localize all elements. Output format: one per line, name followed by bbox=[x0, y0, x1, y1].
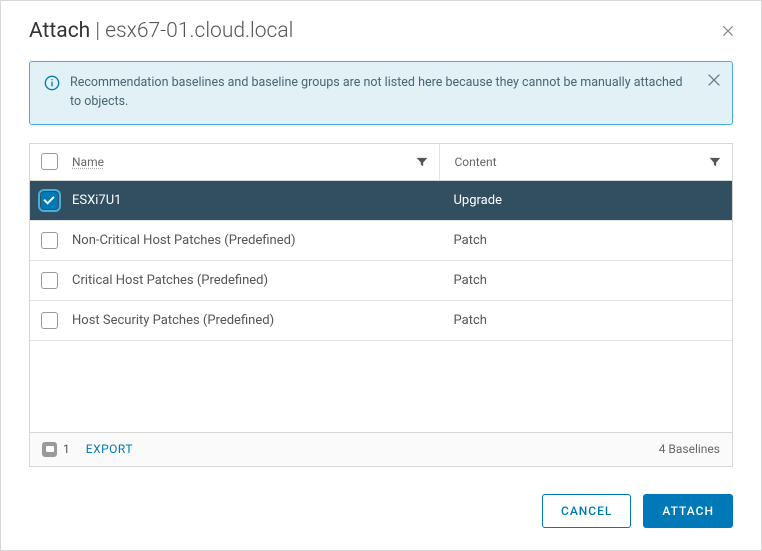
row-content: Patch bbox=[454, 233, 487, 248]
header-checkbox-cell bbox=[30, 153, 68, 170]
column-content-label: Content bbox=[454, 155, 496, 169]
dialog-header: Attach | esx67-01.cloud.local bbox=[1, 1, 761, 57]
table-header: Name Content bbox=[30, 144, 732, 181]
row-name: Non-Critical Host Patches (Predefined) bbox=[72, 233, 295, 248]
row-checkbox[interactable] bbox=[41, 272, 58, 289]
selected-count: 1 bbox=[63, 442, 70, 456]
title-sep: | bbox=[90, 19, 105, 43]
table-row[interactable]: Critical Host Patches (Predefined) Patch bbox=[30, 261, 732, 301]
banner-close-icon[interactable] bbox=[706, 72, 722, 88]
attach-button[interactable]: ATTACH bbox=[643, 494, 733, 528]
filter-icon[interactable] bbox=[415, 155, 429, 169]
column-name-label: Name bbox=[72, 155, 104, 169]
table-row[interactable]: Non-Critical Host Patches (Predefined) P… bbox=[30, 221, 732, 261]
footer-indeterminate-checkbox[interactable] bbox=[42, 442, 57, 457]
total-count: 4 Baselines bbox=[659, 442, 720, 456]
row-name: Critical Host Patches (Predefined) bbox=[72, 273, 268, 288]
column-header-content[interactable]: Content bbox=[439, 144, 732, 180]
close-icon[interactable] bbox=[719, 22, 737, 40]
info-icon bbox=[44, 75, 60, 91]
dialog-footer: CANCEL ATTACH bbox=[1, 478, 761, 550]
row-checkbox[interactable] bbox=[41, 232, 58, 249]
row-checkbox[interactable] bbox=[41, 312, 58, 329]
table-row[interactable]: Host Security Patches (Predefined) Patch bbox=[30, 301, 732, 341]
export-button[interactable]: EXPORT bbox=[86, 442, 133, 456]
attach-dialog: Attach | esx67-01.cloud.local Recommenda… bbox=[0, 0, 762, 551]
dialog-body: Recommendation baselines and baseline gr… bbox=[1, 57, 761, 478]
row-name: ESXi7U1 bbox=[72, 193, 121, 208]
cancel-button[interactable]: CANCEL bbox=[542, 494, 631, 528]
table-footer: 1 EXPORT 4 Baselines bbox=[30, 432, 732, 466]
select-all-checkbox[interactable] bbox=[41, 153, 58, 170]
info-banner: Recommendation baselines and baseline gr… bbox=[29, 61, 733, 125]
row-content: Patch bbox=[454, 273, 487, 288]
dialog-title: Attach | esx67-01.cloud.local bbox=[29, 19, 293, 43]
filter-icon[interactable] bbox=[708, 155, 722, 169]
info-text: Recommendation baselines and baseline gr… bbox=[70, 74, 692, 112]
table-row[interactable]: ESXi7U1 Upgrade bbox=[30, 181, 732, 221]
title-target: esx67-01.cloud.local bbox=[105, 19, 293, 43]
column-header-name[interactable]: Name bbox=[68, 155, 439, 169]
table-body: ESXi7U1 Upgrade Non-Critical Host Patche… bbox=[30, 181, 732, 432]
row-content: Patch bbox=[454, 313, 487, 328]
title-prefix: Attach bbox=[29, 19, 90, 43]
baselines-table: Name Content ESXi7U1 Upgrade bbox=[29, 143, 733, 467]
row-checkbox[interactable] bbox=[41, 192, 58, 209]
row-content: Upgrade bbox=[454, 193, 502, 208]
row-name: Host Security Patches (Predefined) bbox=[72, 313, 274, 328]
